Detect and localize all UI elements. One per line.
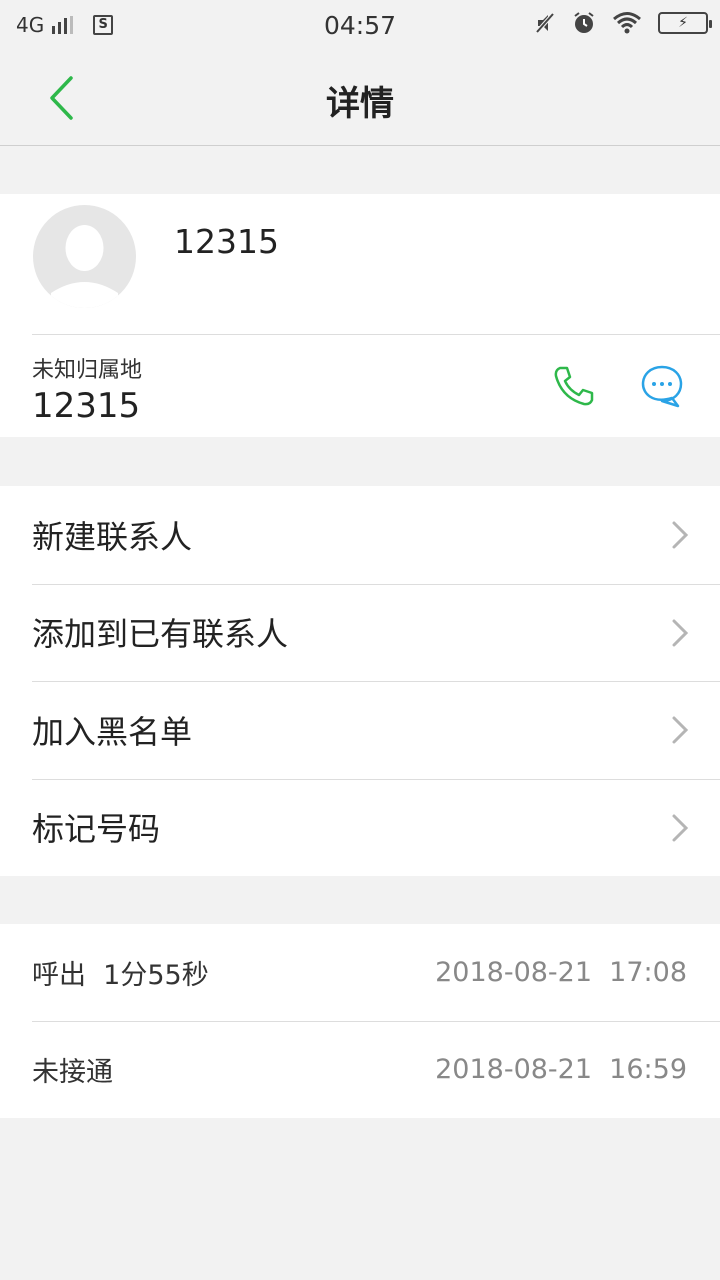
contact-card: 12315 未知归属地 12315 <box>0 194 720 437</box>
contact-name: 12315 <box>174 222 279 261</box>
status-bar: 4G S 04:57 ⚡ <box>0 0 720 50</box>
call-datetime: 2018-08-21 16:59 <box>435 1054 687 1085</box>
phone-icon <box>554 366 594 406</box>
menu-item-label: 加入黑名单 <box>32 712 193 751</box>
action-menu: 新建联系人 添加到已有联系人 加入黑名单 标记号码 <box>0 486 720 876</box>
chat-bubble-icon <box>641 365 683 408</box>
phone-location: 未知归属地 <box>32 358 143 383</box>
battery-icon: ⚡ <box>658 12 712 34</box>
menu-item-label: 添加到已有联系人 <box>32 615 289 654</box>
menu-item-add-to-existing[interactable]: 添加到已有联系人 <box>0 583 720 682</box>
mute-icon <box>535 12 555 34</box>
chevron-right-icon <box>672 716 689 744</box>
call-log-row: 未接通 2018-08-21 16:59 <box>0 1021 720 1118</box>
page-title: 详情 <box>326 84 394 124</box>
call-log: 呼出 1分55秒 2018-08-21 17:08 未接通 2018-08-21… <box>0 924 720 1118</box>
person-icon <box>51 225 118 308</box>
phone-number: 12315 <box>32 386 141 426</box>
wifi-icon <box>613 12 641 34</box>
menu-item-mark-number[interactable]: 标记号码 <box>0 778 720 877</box>
call-description: 未接通 <box>32 1057 113 1088</box>
chevron-right-icon <box>672 814 689 841</box>
menu-item-blacklist[interactable]: 加入黑名单 <box>0 681 720 779</box>
call-datetime: 2018-08-21 17:08 <box>435 957 687 988</box>
menu-item-label: 新建联系人 <box>32 517 193 556</box>
divider <box>32 334 720 335</box>
message-button[interactable] <box>638 362 686 410</box>
call-button[interactable] <box>550 362 598 410</box>
avatar <box>33 205 136 308</box>
chevron-right-icon <box>672 619 689 646</box>
status-right: ⚡ <box>534 11 712 35</box>
call-description: 呼出 1分55秒 <box>32 960 209 991</box>
chevron-right-icon <box>672 521 689 549</box>
menu-item-label: 标记号码 <box>32 810 161 849</box>
nav-bar: 详情 <box>0 50 720 146</box>
menu-item-new-contact[interactable]: 新建联系人 <box>0 486 720 584</box>
alarm-icon <box>574 12 594 33</box>
call-log-row: 呼出 1分55秒 2018-08-21 17:08 <box>0 924 720 1021</box>
